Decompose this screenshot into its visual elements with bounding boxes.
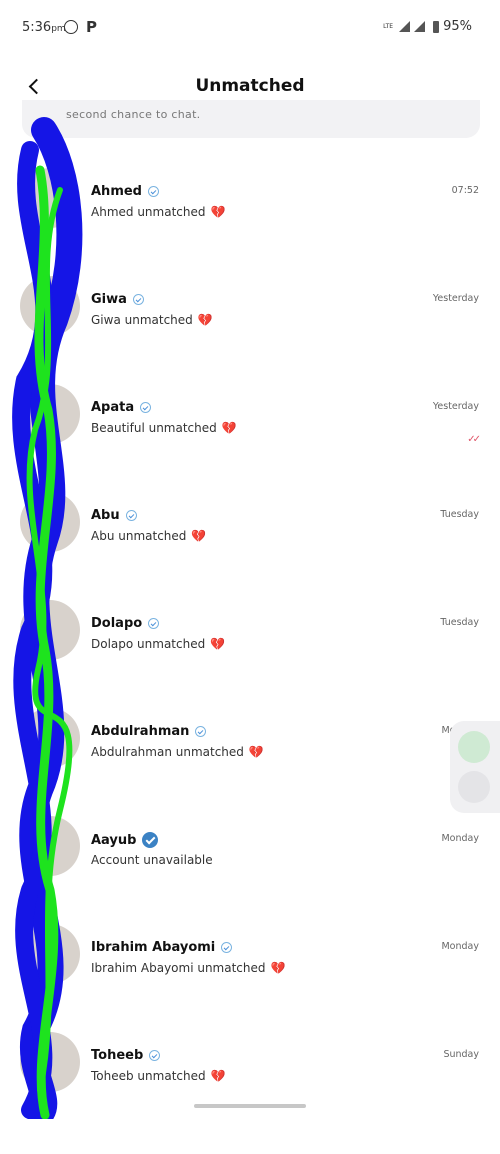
timestamp: Yesterday — [432, 293, 479, 304]
battery-percent: 95% — [443, 19, 472, 34]
signal-icon-2 — [414, 21, 426, 32]
broken-heart-icon: 💔 — [210, 205, 226, 219]
whatsapp-notification-icon — [64, 20, 78, 34]
status-indicators: LTE 95% — [383, 19, 472, 34]
verified-badge-icon — [148, 618, 160, 629]
broken-heart-icon: 💔 — [270, 961, 286, 975]
verified-badge-icon — [142, 832, 159, 848]
broken-heart-icon: 💔 — [210, 1069, 226, 1083]
floating-call-button[interactable] — [458, 731, 490, 763]
verified-badge-icon — [147, 186, 159, 197]
last-message: Abdulrahman unmatched — [91, 745, 244, 759]
verified-badge-icon — [149, 1050, 161, 1061]
broken-heart-icon: 💔 — [191, 529, 207, 543]
page-title: Unmatched — [195, 76, 305, 96]
broken-heart-icon: 💔 — [221, 421, 237, 435]
timestamp: 07:52 — [451, 185, 479, 196]
verified-badge-icon — [195, 726, 207, 737]
read-receipt-icon: ✓✓ — [467, 434, 481, 445]
broken-heart-icon: 💔 — [210, 637, 226, 651]
status-clock: 5:36 — [22, 20, 52, 35]
timestamp: Monday — [441, 941, 479, 952]
verified-badge-icon — [132, 294, 144, 305]
verified-badge-icon — [140, 402, 152, 413]
status-bar: 5:36pm P LTE 95% — [0, 0, 500, 58]
timestamp: Yesterday — [432, 401, 479, 412]
home-indicator[interactable] — [194, 1104, 306, 1108]
timestamp: Tuesday — [440, 509, 479, 520]
verified-badge-icon — [221, 942, 233, 953]
last-message: Ibrahim Abayomi unmatched — [91, 961, 266, 975]
notification-letter-icon: P — [86, 18, 97, 36]
broken-heart-icon: 💔 — [248, 745, 264, 759]
network-type: LTE — [383, 23, 394, 30]
verified-badge-icon — [125, 510, 137, 521]
signal-icon — [399, 21, 411, 32]
floating-side-panel[interactable] — [450, 721, 500, 813]
redaction-scribble — [12, 117, 83, 1119]
timestamp: Tuesday — [440, 617, 479, 628]
timestamp: Sunday — [443, 1049, 479, 1060]
status-time: 5:36pm — [22, 20, 66, 35]
floating-mute-button[interactable] — [458, 771, 490, 803]
broken-heart-icon: 💔 — [197, 313, 213, 327]
timestamp: Monday — [441, 833, 479, 844]
battery-icon — [433, 20, 440, 33]
